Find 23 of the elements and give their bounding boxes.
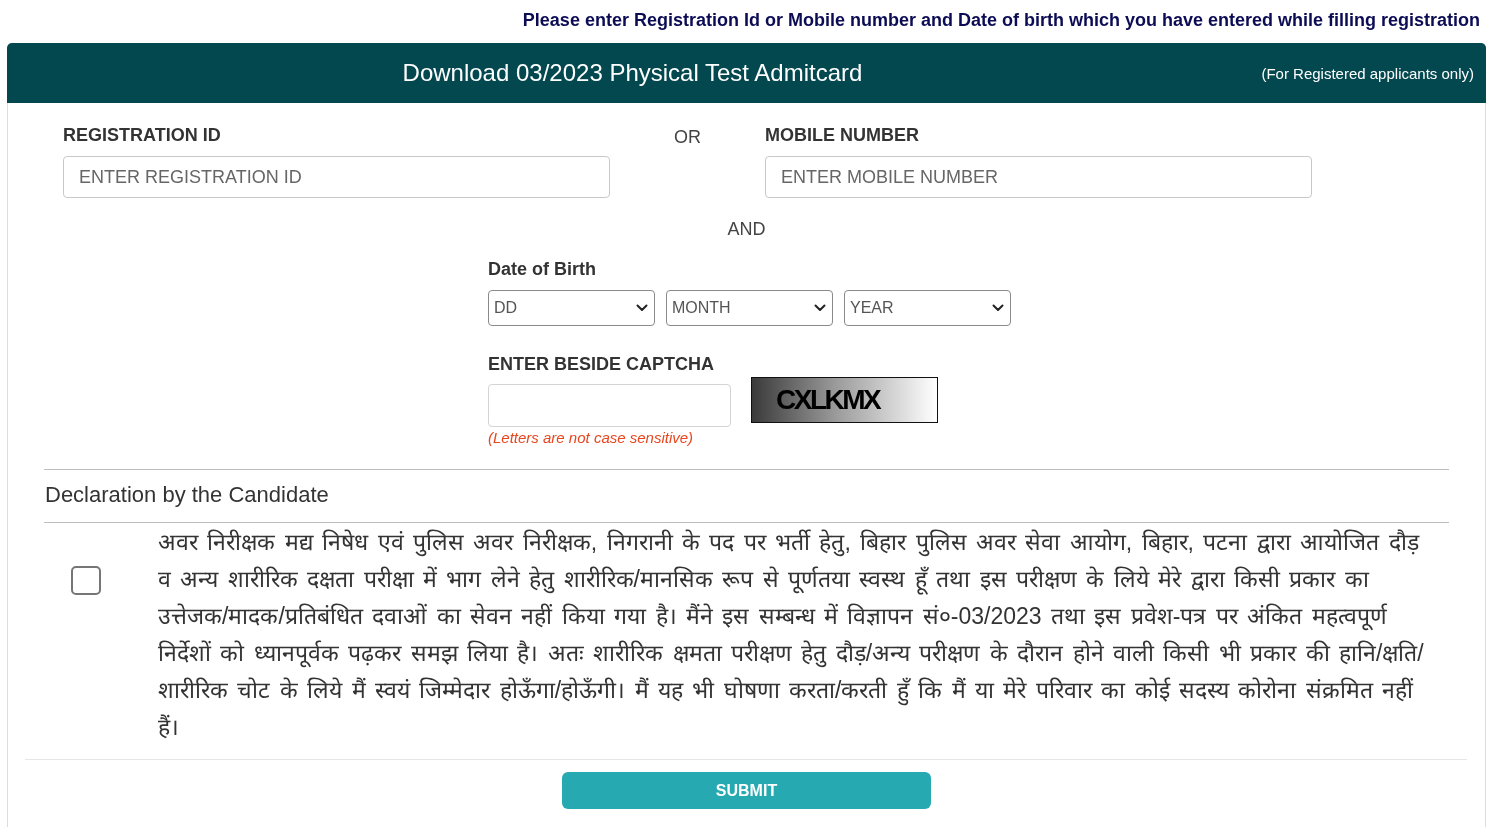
date-dropdown[interactable]: DD [488,290,655,326]
date-dropdown[interactable]: YEAR [844,290,1011,326]
panel-note: (For Registered applicants only) [1261,65,1474,83]
registration-id-field[interactable]: ENTER REGISTRATION ID [63,156,610,198]
chevron-down-icon [636,304,648,312]
declaration-heading: Declaration by the Candidate [45,482,329,508]
declaration-text: अवर निरीक्षक मद्य निषेध एवं पुलिस अवर निरीक्षक, निगरानी के पद पर भर्ती हेतु, बिहार पुलिस अवर सेवा आयोग, बिहार, पटना द्वारा आयोजित दौड़ व अन्य शारीरिक दक्षता परीक्षा में भाग लेने हेतु शारीरिक/मानसिक रूप से पूर्णतया स्वस्थ हूँ तथा इस परीक्षण के लिये मेरे द्वारा किसी प्रकार का उत्तेजक/मादक/प्रतिबंधित दवाओं का सेवन नहीं किया गया है। मैंने इस सम्बन्ध में विज्ञापन सं०-03/2023 तथा इस प्रवेश-पत्र पर अंकित महत्वपूर्ण निर्देशों को ध्यानपूर्वक पढ़कर समझ लिया है। अतः शारीरिक क्षमता परीक्षण हेतु दौड़/अन्य परीक्षण के दौरान होने वाली किसी भी प्रकार की हानि/क्षति/शारीरिक चोट के लिये मैं स्वयं जिम्मेदार होऊँगा/होऊँगी। मैं यह भी घोषणा करता/करती हुँ कि मैं या मेरे परिवार का कोई सदस्य कोरोना संक्रमित नहीं हैं। [158,528,1424,742]
instruction-notice: Please enter Registration Id or Mobile number and Date of birth which you have entered while filling registration [522,9,1480,32]
mobile-number-label: MOBILE NUMBER [765,125,919,145]
or-separator: OR [674,127,701,147]
panel-title: Download 03/2023 Physical Test Admitcard [402,59,863,87]
captcha-field[interactable] [488,384,731,427]
registration-id-label: REGISTRATION ID [63,125,221,145]
captcha-image: CXLKMX [751,377,938,423]
and-separator: AND [727,219,766,239]
mobile-number-field[interactable]: ENTER MOBILE NUMBER [765,156,1312,198]
date-of-birth-label: Date of Birth [488,259,596,279]
captcha-label: ENTER BESIDE CAPTCHA [488,354,715,374]
declaration-checkbox[interactable] [71,566,101,595]
date-dropdown[interactable]: MONTH [666,290,833,326]
chevron-down-icon [992,304,1004,312]
chevron-down-icon [814,304,826,312]
captcha-hint: (Letters are not case sensitive) [488,429,694,447]
